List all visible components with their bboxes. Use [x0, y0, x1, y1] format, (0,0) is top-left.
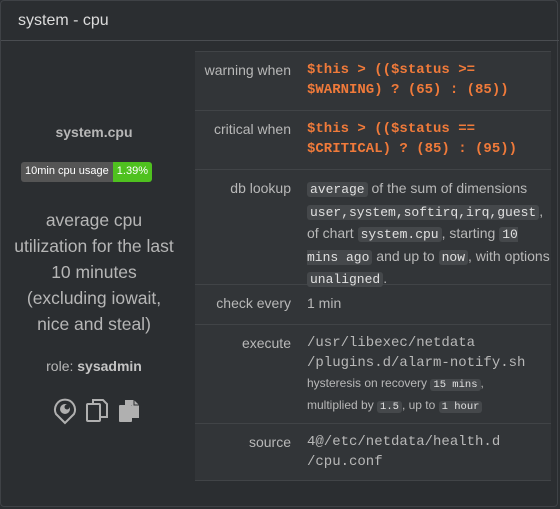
- row-key: db lookup: [230, 180, 291, 196]
- warning-expression: $this > (($status >=: [307, 62, 476, 78]
- role-label: role:: [46, 358, 74, 374]
- multiplier-value: 1.5: [377, 401, 402, 413]
- row-key: check every: [216, 295, 291, 311]
- source-path: /cpu.conf: [307, 454, 383, 470]
- check-interval: 1 min: [307, 295, 342, 311]
- copy-all-icon[interactable]: [117, 397, 141, 425]
- exec-path: /usr/libexec/netdata: [307, 335, 476, 351]
- row-key: execute: [241, 335, 291, 351]
- row-value: $this > (($status == $CRITICAL) ? (85) :…: [291, 111, 551, 169]
- hysteresis-text: hysteresis on recovery: [307, 376, 431, 390]
- description-line: 10 minutes: [51, 262, 137, 282]
- row-critical: critical when $this > (($status == $CRIT…: [195, 111, 551, 170]
- lookup-text: and up to: [372, 247, 439, 264]
- critical-expression: $this > (($status ==: [307, 121, 476, 137]
- hysteresis-text: ,: [480, 376, 484, 390]
- critical-expression: $CRITICAL) ? (85) : (95)): [307, 141, 518, 157]
- alarm-summary: system.cpu 10min cpu usage 1.39% average…: [1, 42, 195, 502]
- badge-value: 1.39%: [112, 162, 152, 182]
- netdata-logo-icon[interactable]: [53, 397, 77, 425]
- alarm-details-table: warning when $this > (($status >= $WARNI…: [195, 51, 551, 481]
- role-value: sysadmin: [77, 358, 142, 374]
- lookup-text: .: [383, 270, 388, 286]
- chart-name: system.cpu: [55, 124, 133, 140]
- action-icons: [53, 397, 141, 425]
- multiplier-text: multiplied by: [307, 398, 378, 412]
- lookup-chart: system.cpu: [357, 227, 442, 242]
- source-path: 4@/etc/netdata/health.d: [307, 434, 501, 450]
- row-key: warning when: [204, 62, 291, 78]
- lookup-text: of the sum of dimensions: [367, 180, 528, 196]
- row-db-lookup: db lookup average of the sum of dimensio…: [195, 170, 551, 287]
- max-delay-value: 1 hour: [438, 401, 483, 413]
- row-execute: execute /usr/libexec/netdata /plugins.d/…: [195, 325, 551, 424]
- multiplier-line: multiplied by 1.5, up to 1 hour: [307, 395, 551, 417]
- exec-path: /plugins.d/alarm-notify.sh: [307, 355, 526, 371]
- badge-label: 10min cpu usage: [21, 162, 113, 182]
- description-line: (excluding iowait,: [26, 288, 162, 308]
- lookup-before: now: [438, 249, 468, 265]
- hysteresis-value: 15 mins: [430, 379, 481, 391]
- row-warning: warning when $this > (($status >= $WARNI…: [195, 52, 551, 111]
- copy-icon[interactable]: [85, 397, 109, 425]
- lookup-text: , starting: [441, 225, 500, 241]
- row-check-every: check every 1 min: [195, 285, 551, 325]
- description-line: utilization for the last: [14, 236, 174, 256]
- row-value: 4@/etc/netdata/health.d /cpu.conf: [291, 424, 551, 480]
- lookup-text: , with options: [468, 247, 550, 264]
- row-value: $this > (($status >= $WARNING) ? (65) : …: [291, 52, 551, 110]
- description-line: nice and steal): [37, 314, 151, 334]
- hysteresis-line: hysteresis on recovery 15 mins,: [307, 373, 551, 395]
- row-value: /usr/libexec/netdata /plugins.d/alarm-no…: [291, 325, 551, 423]
- row-key: source: [248, 434, 291, 450]
- description-line: average cpu: [45, 210, 143, 230]
- warning-expression: $WARNING) ? (65) : (85)): [307, 82, 509, 98]
- role-line: role: sysadmin: [1, 358, 187, 374]
- row-value: average of the sum of dimensions user,sy…: [291, 170, 551, 287]
- row-key: critical when: [213, 121, 291, 137]
- lookup-dimensions: user,system,softirq,irq,guest: [307, 204, 540, 220]
- multiplier-text: , up to: [401, 398, 439, 412]
- lookup-method: average: [307, 182, 368, 197]
- alarm-panel: system - cpu system.cpu 10min cpu usage …: [0, 0, 559, 507]
- panel-header: system - cpu: [1, 1, 559, 41]
- status-badge[interactable]: 10min cpu usage 1.39%: [21, 162, 152, 182]
- panel-title: system - cpu: [18, 12, 109, 29]
- row-source: source 4@/etc/netdata/health.d /cpu.conf: [195, 424, 551, 481]
- alarm-description: average cpu utilization for the last 10 …: [6, 207, 182, 337]
